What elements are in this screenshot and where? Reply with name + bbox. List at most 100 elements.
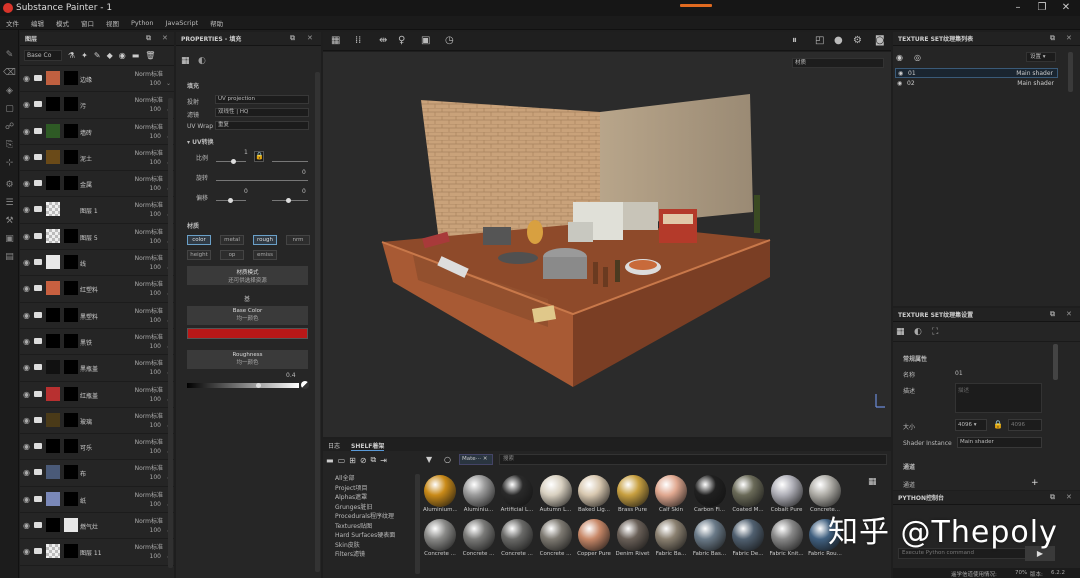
material-thumbnail[interactable]: Cobalt Pure (770, 475, 804, 513)
search-icon[interactable]: ○ (444, 455, 451, 464)
shelf-category[interactable]: Hard Surfaces硬表面 (335, 530, 417, 540)
picker-icon[interactable]: ⊹ (0, 154, 19, 172)
menu-edit[interactable]: 编辑 (25, 18, 50, 28)
layer-thumbnail[interactable] (46, 491, 60, 506)
effect-icon[interactable]: ✦ (81, 51, 88, 60)
layer-row[interactable]: ◉ 纸 Norm标准 100 ⌄ (20, 487, 174, 514)
size-select-2[interactable]: 4096 (1008, 419, 1042, 431)
layer-row[interactable]: ◉ 图层 1 Norm标准 100 ⌄ (20, 197, 174, 224)
scale-knob[interactable] (231, 159, 236, 164)
category-scrollbar[interactable] (415, 474, 420, 574)
shelf-category[interactable]: Skin皮肤 (335, 540, 417, 550)
layer-opacity[interactable]: 100 (150, 133, 161, 140)
layer-opacity[interactable]: 100 (150, 343, 161, 350)
material-thumbnail[interactable]: Fabric De... (731, 519, 765, 557)
chip-metal[interactable]: metal (220, 235, 244, 245)
layer-blend[interactable]: Norm标准 (135, 95, 163, 104)
projection-icon[interactable]: ◈ (0, 82, 19, 100)
texture-set-settings-select[interactable]: 设置 ▾ (1026, 52, 1056, 62)
folder-icon[interactable]: ▬ (326, 456, 334, 465)
viewport-3d[interactable] (323, 52, 891, 437)
offset-knob[interactable] (228, 198, 233, 203)
chip-height[interactable]: height (187, 250, 211, 260)
layer-row[interactable]: ◉ 边缘 Norm标准 100 ⌄ (20, 66, 174, 93)
layer-opacity[interactable]: 100 (150, 474, 161, 481)
brush-icon[interactable]: ✎ (94, 51, 101, 60)
material-thumbnail[interactable]: Fabric Knit... (770, 519, 804, 557)
layer-blend[interactable]: Norm标准 (135, 279, 163, 288)
rotate-slider[interactable] (216, 180, 308, 181)
menu-python[interactable]: Python (125, 19, 160, 27)
eye-icon[interactable]: ◉ (23, 258, 30, 267)
float-icon[interactable]: ⧉ (146, 34, 151, 43)
menu-view[interactable]: 视图 (100, 18, 125, 28)
material-tab-icon[interactable]: ◐ (914, 327, 922, 337)
description-field[interactable]: 描述 (955, 383, 1042, 413)
bake-icon[interactable]: ⚙ (0, 176, 19, 194)
float-icon[interactable]: ⧉ (1050, 493, 1055, 502)
layer-opacity[interactable]: 100 (150, 527, 161, 534)
folder-icon[interactable]: ▬ (132, 51, 140, 60)
mask-icon[interactable]: ⚗ (68, 51, 75, 60)
eye-icon[interactable]: ◉ (23, 442, 30, 451)
layer-thumbnail[interactable] (46, 439, 60, 454)
size-select[interactable]: 4096 ▾ (955, 419, 987, 431)
material-thumbnail[interactable]: Concrete ... (500, 519, 534, 557)
offset-knob-2[interactable] (286, 198, 291, 203)
layer-blend[interactable]: Norm标准 (135, 411, 163, 420)
mask-thumbnail[interactable] (64, 228, 78, 243)
filter-icon[interactable]: ▼ (426, 455, 432, 464)
layer-row[interactable]: ◉ 泥土 Norm标准 100 ⌄ (20, 145, 174, 172)
material-mode-button[interactable]: 材质模式 还可供选择资源 (187, 266, 308, 285)
eye-icon[interactable]: ◉ (23, 521, 30, 530)
layer-opacity[interactable]: 100 (150, 369, 161, 376)
close-panel-icon[interactable]: ✕ (1066, 310, 1072, 318)
display-icon[interactable]: ▣ (0, 230, 19, 248)
material-thumbnail[interactable]: Denim Rivet (616, 519, 650, 557)
layer-row[interactable]: ◉ 黑塑料 Norm标准 100 ⌄ (20, 303, 174, 329)
shelf-category[interactable]: Project项目 (335, 483, 417, 493)
eye-icon[interactable]: ◉ (23, 311, 30, 320)
material-tab-icon[interactable]: ◐ (198, 56, 206, 66)
eye-icon[interactable]: ◉ (23, 232, 30, 241)
material-thumbnail[interactable]: Fabric Ba... (654, 519, 688, 557)
layers-scrollbar[interactable] (168, 98, 173, 568)
layer-opacity[interactable]: 100 (150, 422, 161, 429)
float-icon[interactable]: ⧉ (290, 34, 295, 43)
tab-log[interactable]: 日志 (328, 441, 340, 450)
menu-mode[interactable]: 模式 (50, 18, 75, 28)
material-thumbnail[interactable]: Baked Lig... (577, 475, 611, 513)
menu-file[interactable]: 文件 (0, 18, 25, 28)
material-thumbnail[interactable]: Carbon Fi... (693, 475, 727, 513)
shader-instance-select[interactable]: Main shader (957, 437, 1042, 448)
layer-blend[interactable]: Norm标准 (135, 490, 163, 499)
material-thumbnail[interactable]: Artificial L... (500, 475, 534, 513)
layer-opacity[interactable]: 100 (150, 396, 161, 403)
layer-thumbnail[interactable] (46, 333, 60, 348)
layer-thumbnail[interactable] (46, 360, 60, 375)
eye-icon[interactable]: ◉ (23, 468, 30, 477)
maximize-icon[interactable]: ❐ (1030, 1, 1054, 15)
layer-row[interactable]: ◉ 墙砖 Norm标准 100 ⌄ (20, 119, 174, 145)
layer-opacity[interactable]: 100 (150, 80, 161, 87)
frame-icon[interactable]: ▣ (421, 35, 430, 46)
layer-blend[interactable]: Norm标准 (135, 69, 163, 78)
symmetry-icon[interactable]: ⇹ (379, 35, 387, 46)
base-color-button[interactable]: Base Color 均一颜色 (187, 306, 308, 325)
layer-blend[interactable]: Norm标准 (135, 306, 163, 315)
layer-blend[interactable]: Norm标准 (135, 332, 163, 341)
layer-blend[interactable]: Norm标准 (135, 122, 163, 131)
shelf-category[interactable]: Filters滤镜 (335, 549, 417, 559)
close-panel-icon[interactable]: ✕ (1066, 34, 1072, 42)
layer-thumbnail[interactable] (46, 228, 60, 243)
layer-row[interactable]: ◉ 黑铁 Norm标准 100 ⌄ (20, 329, 174, 356)
smudge-icon[interactable]: ☍ (0, 118, 19, 136)
layer-thumbnail[interactable] (46, 465, 60, 480)
mask-thumbnail[interactable] (64, 465, 78, 480)
texture-set-row[interactable]: ◉ 02 Main shader (895, 79, 1058, 89)
polygon-fill-icon[interactable]: ▢ (0, 100, 19, 118)
layer-row[interactable]: ◉ 布 Norm标准 100 ⌄ (20, 460, 174, 487)
mask-thumbnail[interactable] (64, 386, 78, 401)
link-icon[interactable]: ⧉ (371, 455, 377, 465)
viewport-channel-select[interactable]: 材质 (792, 58, 884, 68)
